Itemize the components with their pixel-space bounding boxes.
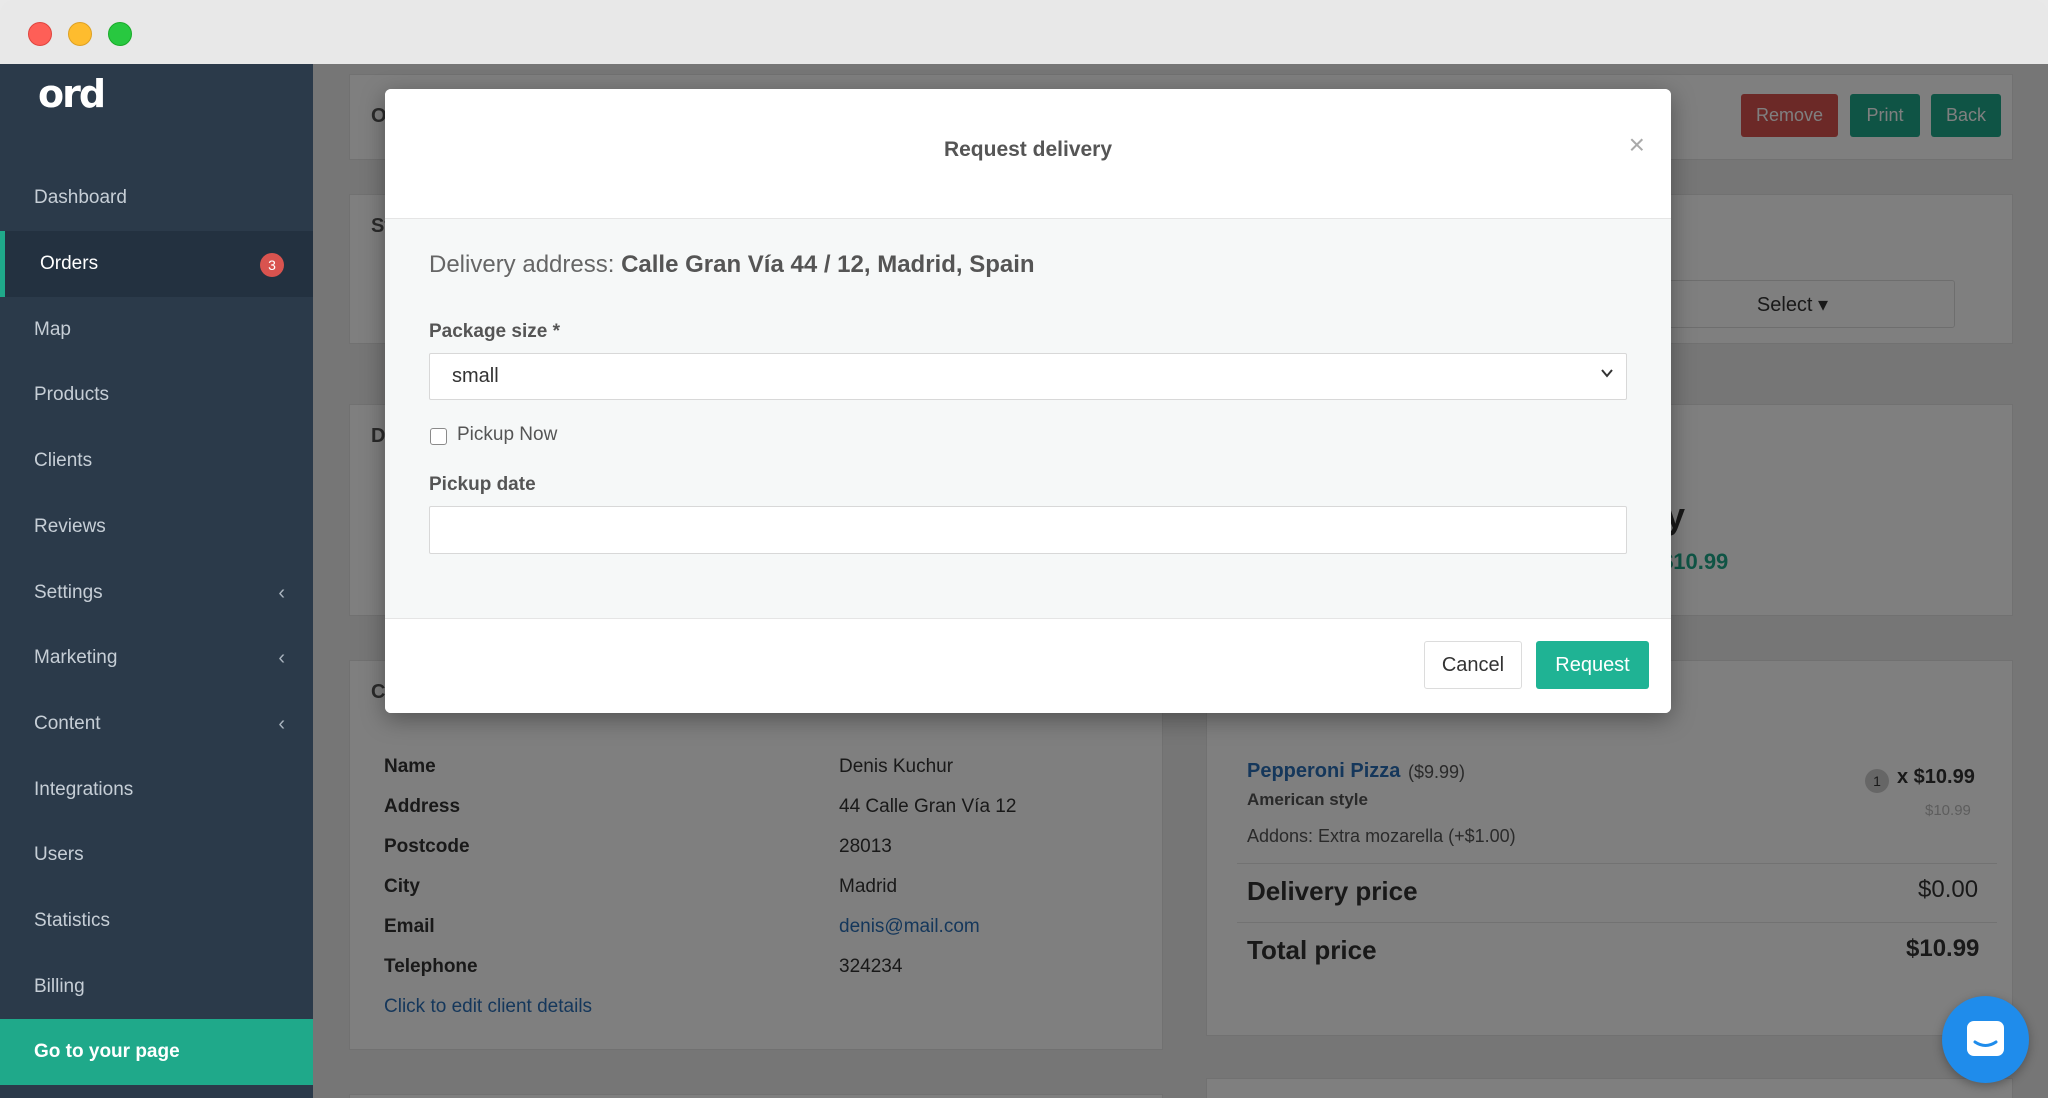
maximize-window-button[interactable]: [108, 22, 132, 46]
sidebar-item-content[interactable]: Content ‹: [0, 691, 313, 757]
package-size-label: Package size *: [429, 321, 560, 342]
chevron-down-icon: [1600, 366, 1614, 385]
sidebar-item-users[interactable]: Users: [0, 822, 313, 888]
modal-title: Request delivery: [943, 138, 1113, 161]
minimize-window-button[interactable]: [68, 22, 92, 46]
sidebar-item-integrations[interactable]: Integrations: [0, 757, 313, 823]
chat-launcher-button[interactable]: [1942, 996, 2029, 1083]
chevron-left-icon: ‹: [278, 581, 285, 604]
modal-header: Request delivery ×: [385, 89, 1671, 219]
delivery-address-value: Calle Gran Vía 44 / 12, Madrid, Spain: [621, 251, 1035, 278]
pickup-date-input[interactable]: [429, 506, 1627, 554]
sidebar-item-label: Map: [34, 319, 71, 340]
sidebar-item-label: Content: [34, 713, 101, 734]
pickup-now-checkbox[interactable]: [430, 428, 447, 445]
sidebar-item-products[interactable]: Products: [0, 362, 313, 428]
sidebar-item-label: Integrations: [34, 779, 134, 800]
sidebar-item-label: Billing: [34, 976, 85, 997]
chat-icon: [1967, 1021, 2004, 1056]
sidebar-item-reviews[interactable]: Reviews: [0, 494, 313, 560]
package-size-select[interactable]: small: [429, 353, 1627, 400]
sidebar-item-dashboard[interactable]: Dashboard: [0, 165, 313, 231]
delivery-address-label: Delivery address:: [429, 251, 615, 278]
orders-count-badge: 3: [260, 253, 284, 277]
sidebar-item-statistics[interactable]: Statistics: [0, 888, 313, 954]
sidebar-item-label: Settings: [34, 582, 103, 603]
sidebar-item-marketing[interactable]: Marketing ‹: [0, 625, 313, 691]
go-to-your-page-button[interactable]: Go to your page: [0, 1019, 313, 1085]
modal-footer: Cancel Request: [385, 618, 1671, 713]
sidebar-item-label: Orders: [40, 253, 99, 274]
close-window-button[interactable]: [28, 22, 52, 46]
sidebar-item-clients[interactable]: Clients: [0, 428, 313, 494]
sidebar-item-orders[interactable]: Orders 3: [0, 231, 313, 297]
sidebar-item-label: Reviews: [34, 516, 106, 537]
sidebar-item-label: Users: [34, 844, 84, 865]
package-size-value: small: [452, 365, 499, 387]
sidebar-item-map[interactable]: Map: [0, 297, 313, 363]
sidebar-item-label: Products: [34, 384, 109, 405]
sidebar-item-label: Statistics: [34, 910, 111, 931]
window-titlebar: [0, 0, 2048, 64]
request-delivery-modal: Request delivery × Delivery address: Cal…: [385, 89, 1671, 713]
sidebar: ord Dashboard Orders 3 Map Products Clien…: [0, 64, 313, 1098]
cta-label: Go to your page: [34, 1041, 180, 1062]
pickup-date-label: Pickup date: [429, 474, 536, 495]
cancel-button[interactable]: Cancel: [1424, 641, 1522, 689]
sidebar-item-billing[interactable]: Billing: [0, 954, 313, 1020]
request-button[interactable]: Request: [1536, 641, 1649, 689]
app-logo[interactable]: ord: [38, 72, 106, 116]
sidebar-item-label: Dashboard: [34, 187, 127, 208]
delivery-address: Delivery address: Calle Gran Vía 44 / 12…: [429, 251, 1035, 279]
pickup-now-label[interactable]: Pickup Now: [457, 424, 557, 446]
sidebar-item-label: Marketing: [34, 647, 118, 668]
sidebar-item-settings[interactable]: Settings ‹: [0, 560, 313, 626]
close-icon[interactable]: ×: [1629, 129, 1645, 161]
chevron-left-icon: ‹: [278, 646, 285, 669]
chevron-left-icon: ‹: [278, 712, 285, 735]
sidebar-item-label: Clients: [34, 450, 93, 471]
